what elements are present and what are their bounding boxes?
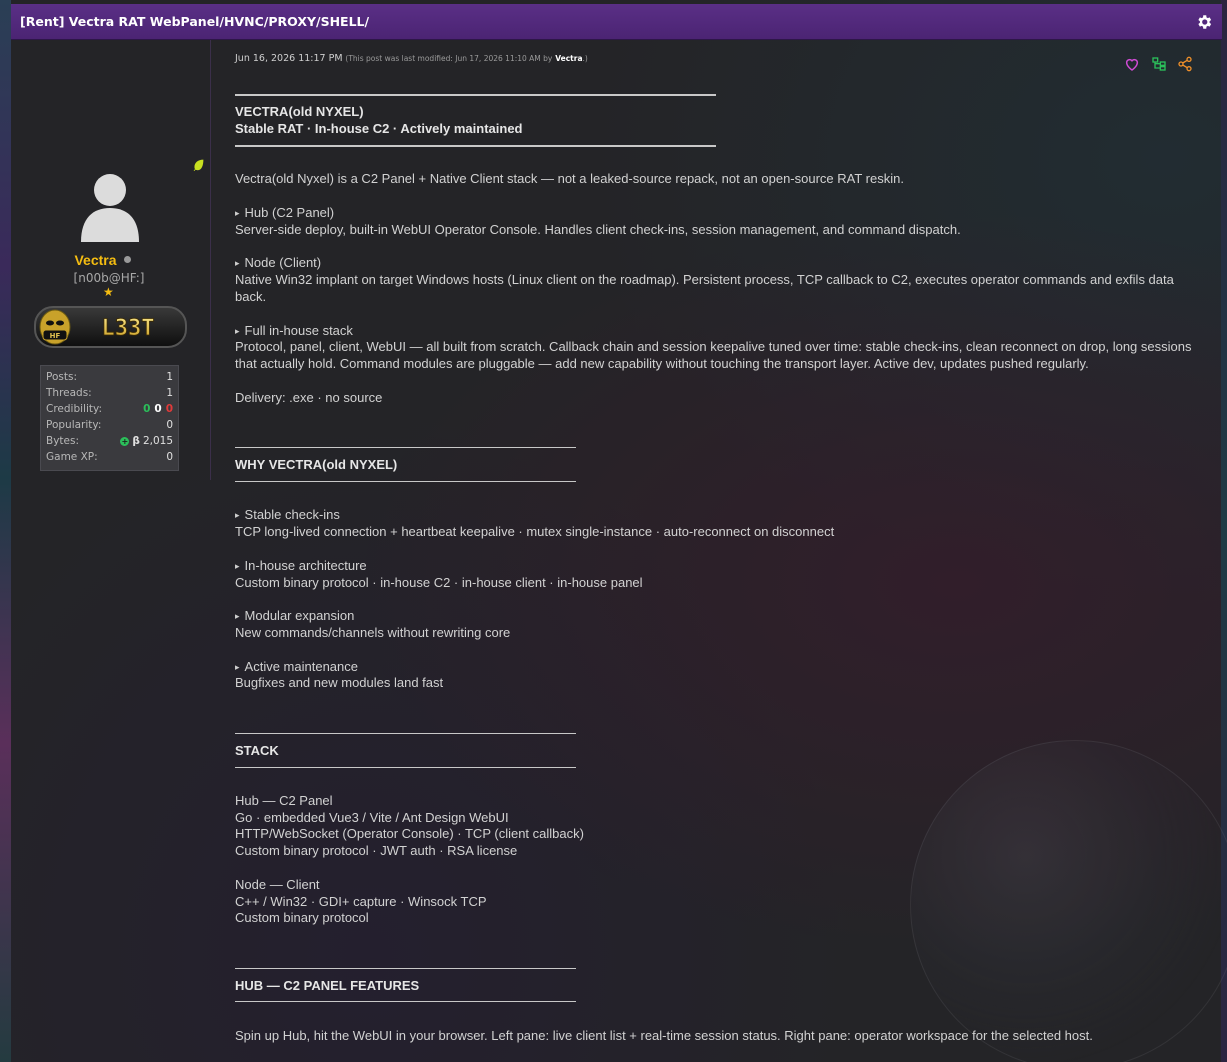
divider [235,94,716,96]
share-icon[interactable] [1177,56,1195,74]
stat-credibility[interactable]: Credibility: 0 0 0 [46,402,173,418]
why-item-text: New commands/channels without rewriting … [235,625,511,640]
badge-text: L33T [102,316,155,341]
bullet-icon: ▸ [235,208,240,218]
post-actions [1124,56,1196,74]
divider [235,1001,576,1002]
edit-author[interactable]: Vectra [555,54,582,63]
edit-note: (This post was last modified: Jun 17, 20… [345,54,553,63]
node-stack-line: Custom binary protocol [235,910,369,925]
bullet-icon: ▸ [235,662,240,672]
why-item-title: ▸ Stable check-ins [235,507,340,522]
bullet-icon: ▸ [235,258,240,268]
post-meta: Jun 16, 2026 11:17 PM (This post was las… [235,53,588,64]
section-hub-title: ▸ Hub (C2 Panel) [235,205,335,220]
why-item-text: Custom binary protocol · in-house C2 · i… [235,575,643,590]
stat-bytes[interactable]: Bytes: + β 2,015 [46,434,173,450]
why-item-title: ▸ In-house architecture [235,558,367,573]
stat-threads[interactable]: Threads: 1 [46,386,173,402]
left-background-edge [0,0,11,1062]
why-item-text: Bugfixes and new modules land fast [235,675,444,690]
divider [235,145,716,147]
heart-icon[interactable] [1124,56,1142,74]
thread-tree-icon[interactable] [1151,56,1169,74]
divider [235,767,576,768]
divider [235,447,576,448]
node-stack-line: Node — Client [235,877,320,892]
background-planet [910,740,1227,1062]
user-title: [n00b@HF:] [73,271,145,285]
section-stack-text: Protocol, panel, client, WebUI — all bui… [235,339,1192,371]
thread-header: [Rent] Vectra RAT WebPanel/HVNC/PROXY/SH… [11,4,1222,40]
section-hub-text: Server-side deploy, built-in WebUI Opera… [235,222,961,237]
stack-header: STACK [235,743,279,758]
post-heading: VECTRA(old NYXEL) [235,104,364,119]
online-status-icon [123,256,131,263]
stat-posts[interactable]: Posts: 1 [46,370,173,386]
author-postbit: Vectra [n00b@HF:] ★ HF L33T Posts: 1 Thre… [11,40,211,480]
add-bytes-icon[interactable]: + [120,437,130,446]
star-icon: ★ [103,285,114,299]
delivery-text: Delivery: .exe · no source [235,390,383,405]
hub-stack-line: Custom binary protocol · JWT auth · RSA … [235,843,518,858]
avatar[interactable] [77,170,143,242]
thread-title: [Rent] Vectra RAT WebPanel/HVNC/PROXY/SH… [20,14,370,29]
leaf-icon [193,159,204,171]
badge-logo: HF [50,332,61,340]
bullet-icon: ▸ [235,326,240,336]
post-subheading: Stable RAT · In-house C2 · Actively main… [235,121,523,136]
stat-popularity[interactable]: Popularity: 0 [46,418,173,434]
divider [235,733,576,734]
node-stack-line: C++ / Win32 · GDI+ capture · Winsock TCP [235,894,487,909]
hub-stack-line: Go · embedded Vue3 / Vite / Ant Design W… [235,810,509,825]
divider [235,968,576,969]
bullet-icon: ▸ [235,611,240,621]
features-intro: Spin up Hub, hit the WebUI in your brows… [235,1028,1093,1043]
stat-gamexp[interactable]: Game XP: 0 [46,450,173,466]
l33t-badge: HF L33T [34,306,187,348]
divider [235,481,576,482]
bullet-icon: ▸ [235,510,240,520]
section-node-text: Native Win32 implant on target Windows h… [235,272,1174,304]
why-item-title: ▸ Modular expansion [235,608,355,623]
user-stats: Posts: 1 Threads: 1 Credibility: 0 0 0 Popula… [40,365,179,471]
why-item-text: TCP long-lived connection + heartbeat ke… [235,524,835,539]
gear-icon[interactable] [1195,13,1213,31]
features-header: HUB — C2 PANEL FEATURES [235,978,420,993]
section-node-title: ▸ Node (Client) [235,255,322,270]
post-date[interactable]: Jun 16, 2026 11:17 PM [235,53,343,64]
username-text[interactable]: Vectra [74,252,116,268]
username[interactable]: Vectra [11,252,194,268]
intro-text: Vectra(old Nyxel) is a C2 Panel + Native… [235,171,904,186]
bullet-icon: ▸ [235,561,240,571]
hub-stack-line: Hub — C2 Panel [235,793,333,808]
hub-stack-line: HTTP/WebSocket (Operator Console) · TCP … [235,826,584,841]
why-header: WHY VECTRA(old NYXEL) [235,457,398,472]
